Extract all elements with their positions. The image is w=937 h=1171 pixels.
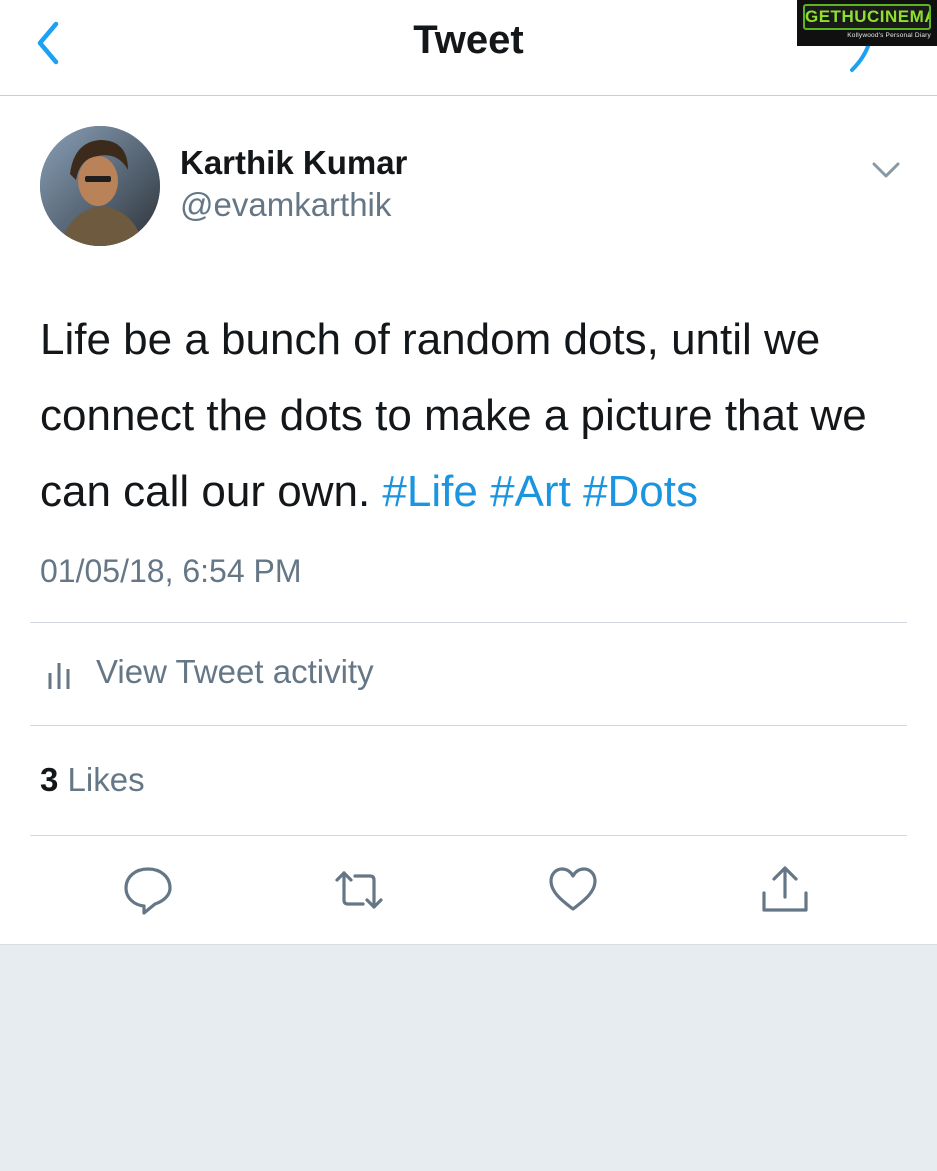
retweet-button[interactable] [333,864,385,916]
share-button[interactable] [759,864,811,916]
retweet-icon [335,871,383,909]
view-tweet-activity-button[interactable]: View Tweet activity [30,623,907,725]
top-bar: Tweet GETHUCINEMA Kollywood's Personal D… [0,0,937,96]
author-handle[interactable]: @evamkarthik [180,186,391,224]
bar-chart-icon [48,663,70,689]
like-icon [549,867,597,911]
tweet-timestamp: 01/05/18, 6:54 PM [40,553,302,589]
avatar-image [40,126,160,246]
divider [30,725,907,726]
watermark-logo: GETHUCINEMA Kollywood's Personal Diary [797,0,937,46]
watermark-brand: GETHUCINEMA [803,4,931,30]
author-name[interactable]: Karthik Kumar [180,144,407,182]
likes-count: 3 [40,761,59,798]
tweet-options-button[interactable] [866,156,906,186]
likes-label: Likes [67,761,145,798]
like-button[interactable] [547,864,599,916]
hashtag-link[interactable]: #Life [382,467,477,516]
chevron-down-icon [872,162,900,178]
watermark-tagline: Kollywood's Personal Diary [847,32,931,39]
reply-button[interactable] [122,864,174,916]
divider [30,835,907,836]
tweet-text: Life be a bunch of random dots, until we… [40,302,910,530]
tweet-card: Karthik Kumar @evamkarthik Life be a bun… [0,96,937,945]
reply-icon [124,867,172,915]
likes-link[interactable]: 3 Likes [40,761,145,799]
view-tweet-activity-label: View Tweet activity [96,653,374,690]
share-icon [762,866,808,912]
hashtag-link[interactable]: #Dots [583,467,698,516]
avatar[interactable] [40,126,160,246]
hashtag-link[interactable]: #Art [490,467,571,516]
